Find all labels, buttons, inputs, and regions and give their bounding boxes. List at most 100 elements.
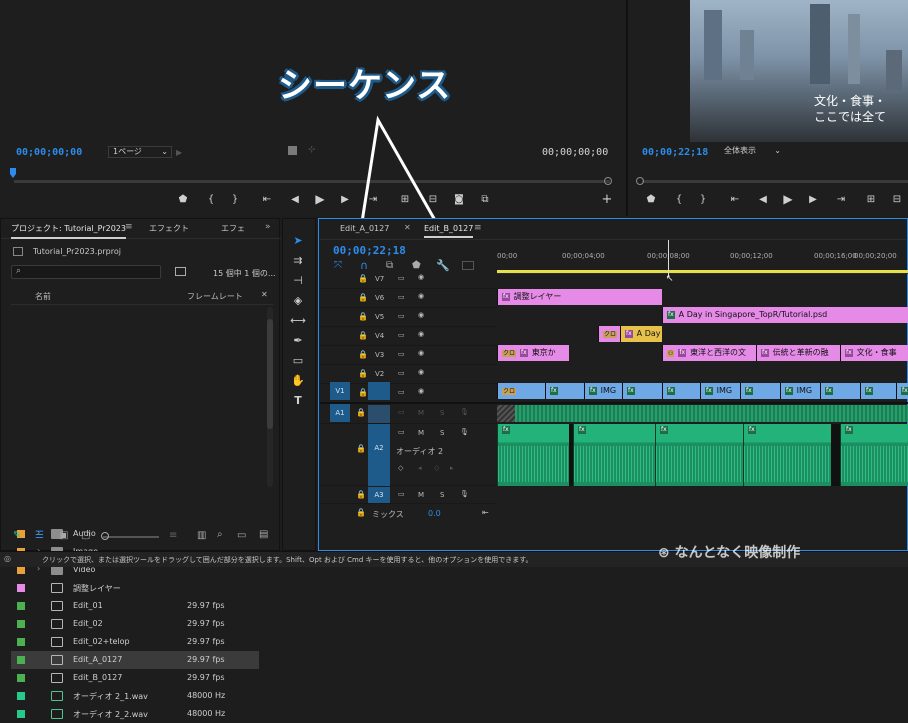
audio-clip-a2[interactable]: fx xyxy=(497,424,569,486)
solo-button[interactable]: S xyxy=(440,409,444,417)
source-patch-v1[interactable]: V1 xyxy=(330,382,350,400)
lock-icon[interactable]: 🔒 xyxy=(356,490,366,499)
audio-clip-a2[interactable]: fx xyxy=(840,424,908,486)
lock-icon[interactable]: 🔒 xyxy=(358,331,368,340)
label-color-swatch[interactable] xyxy=(17,674,25,682)
label-color-swatch[interactable] xyxy=(17,584,25,592)
clip-a-day[interactable]: fx A Day xyxy=(620,326,662,342)
pen-tool-icon[interactable]: ✒ xyxy=(289,333,307,349)
label-color-swatch[interactable] xyxy=(17,602,25,610)
tab-edit-b[interactable]: Edit_B_0127 xyxy=(424,224,474,238)
a3-target-highlight[interactable]: A3 xyxy=(368,487,390,503)
tab-menu-icon[interactable]: ≡ xyxy=(125,222,133,232)
audio-clip-a2[interactable]: fx xyxy=(573,424,655,486)
solo-button[interactable]: S xyxy=(440,429,444,437)
eye-icon[interactable]: ◉ xyxy=(418,311,424,319)
sync-lock-icon[interactable]: ▭ xyxy=(398,312,405,320)
clip-v1-image[interactable]: クロ xyxy=(497,383,545,399)
icon-view-icon[interactable]: ▣ xyxy=(59,530,68,541)
mic-icon[interactable]: 🎙 xyxy=(460,490,469,498)
eye-icon[interactable]: ◉ xyxy=(418,273,424,281)
column-framerate-header[interactable]: フレームレート xyxy=(187,291,243,302)
mic-icon[interactable]: 🎙 xyxy=(460,408,469,416)
clip-psd[interactable]: fx A Day in Singapore_TopR/Tutorial.psd xyxy=(662,307,908,323)
project-list-item[interactable]: Edit_B_0127 29.97 fps xyxy=(11,669,259,687)
project-list-item[interactable]: オーディオ 2_2.wav 48000 Hz xyxy=(11,705,259,723)
timeline-timecode[interactable]: 00;00;22;18 xyxy=(333,244,406,257)
rectangle-tool-icon[interactable]: ▭ xyxy=(289,353,307,369)
sync-lock-icon[interactable]: ▭ xyxy=(398,490,405,498)
label-color-swatch[interactable] xyxy=(17,692,25,700)
clip-v1-image[interactable]: fx xyxy=(820,383,860,399)
track-label[interactable]: V4 xyxy=(375,332,384,340)
sync-lock-icon[interactable]: ▭ xyxy=(398,369,405,377)
mix-go-to-end-icon[interactable]: ⇤ xyxy=(482,508,489,517)
clip-v1-image[interactable]: fx IMG xyxy=(780,383,820,399)
tab-project[interactable]: プロジェクト: Tutorial_Pr2023 xyxy=(11,223,126,239)
mix-volume-value[interactable]: 0.0 xyxy=(428,509,441,518)
sync-lock-icon[interactable]: ▭ xyxy=(398,274,405,282)
clip-v1-image[interactable]: fx IMG xyxy=(700,383,740,399)
label-color-swatch[interactable] xyxy=(17,620,25,628)
freeform-view-icon[interactable]: ▢ xyxy=(81,530,90,541)
clip-v1-image[interactable]: fx xyxy=(740,383,780,399)
solo-button[interactable]: S xyxy=(440,491,444,499)
audio-clip-a1[interactable] xyxy=(497,405,908,422)
clip-tokyo[interactable]: クロ fx 東京か xyxy=(497,345,569,361)
a1-target-highlight[interactable] xyxy=(368,405,390,423)
project-search-input[interactable]: ⌕ xyxy=(11,265,161,279)
eye-icon[interactable]: ◉ xyxy=(418,292,424,300)
clip-v1-image[interactable]: fx xyxy=(622,383,662,399)
project-list-item[interactable]: Edit_02+telop 29.97 fps xyxy=(11,633,259,651)
clip-culture[interactable]: fx 文化・食事 xyxy=(840,345,908,361)
lock-icon[interactable]: 🔒 xyxy=(358,388,368,397)
lock-icon[interactable]: 🔒 xyxy=(358,312,368,321)
selection-tool-icon[interactable]: ➤ xyxy=(289,233,307,249)
project-list-item[interactable]: Edit_A_0127 29.97 fps xyxy=(11,651,259,669)
lock-icon[interactable]: 🔒 xyxy=(356,444,366,453)
project-list-item[interactable]: Edit_01 29.97 fps xyxy=(11,597,259,615)
ripple-edit-tool-icon[interactable]: ⊣ xyxy=(289,273,307,289)
sort-icon[interactable]: ≡ xyxy=(169,530,177,541)
eye-icon[interactable]: ◉ xyxy=(418,349,424,357)
mute-button[interactable]: M xyxy=(418,429,424,437)
eye-icon[interactable]: ◉ xyxy=(418,387,424,395)
new-bin-folder-icon[interactable]: ▭ xyxy=(237,530,246,541)
slip-tool-icon[interactable]: ⟷ xyxy=(289,313,307,329)
track-label[interactable]: V3 xyxy=(375,351,384,359)
clip-v1-image[interactable]: fx xyxy=(545,383,584,399)
sync-lock-icon[interactable]: ▭ xyxy=(398,350,405,358)
clip-v1-image[interactable]: fx IMG xyxy=(584,383,622,399)
clip-v1-image[interactable]: fx xyxy=(896,383,908,399)
zoom-slider[interactable] xyxy=(103,536,159,538)
mic-icon[interactable]: 🎙 xyxy=(460,428,469,436)
mute-button[interactable]: M xyxy=(418,409,424,417)
sync-lock-icon[interactable]: ▭ xyxy=(398,408,405,416)
label-color-swatch[interactable] xyxy=(17,656,25,664)
find-icon[interactable]: ⌕ xyxy=(217,529,223,540)
overflow-chevron-icon[interactable]: » xyxy=(265,222,271,232)
playhead-line[interactable] xyxy=(668,240,669,276)
work-area-bar[interactable] xyxy=(497,270,908,273)
new-item-icon[interactable]: ▤ xyxy=(259,529,268,540)
sync-lock-icon[interactable]: ▭ xyxy=(398,293,405,301)
tab-effects-2[interactable]: エフェ xyxy=(221,223,245,234)
audio-clip-a2[interactable]: fx xyxy=(743,424,831,486)
lock-icon[interactable]: 🔒 xyxy=(356,508,366,517)
clip-v1-image[interactable]: fx xyxy=(860,383,896,399)
track-label[interactable]: V5 xyxy=(375,313,384,321)
label-color-swatch[interactable] xyxy=(17,638,25,646)
audio-clip-a2[interactable]: fx xyxy=(655,424,743,486)
label-color-swatch[interactable] xyxy=(17,566,25,574)
track-label[interactable]: V6 xyxy=(375,294,384,302)
project-list-item[interactable]: 調整レイヤー xyxy=(11,579,259,597)
track-label[interactable]: V7 xyxy=(375,275,384,283)
lock-icon[interactable]: 🔒 xyxy=(358,369,368,378)
captions-icon[interactable] xyxy=(462,261,474,270)
type-tool-icon[interactable]: T xyxy=(289,393,307,409)
clip-east-west[interactable]: ⚇ fx 東洋と西洋の文 xyxy=(662,345,756,361)
eye-icon[interactable]: ◉ xyxy=(418,368,424,376)
tab-menu-icon[interactable]: ≡ xyxy=(474,223,482,233)
sync-lock-icon[interactable]: ▭ xyxy=(398,388,405,396)
scrollbar-thumb[interactable] xyxy=(267,319,273,429)
